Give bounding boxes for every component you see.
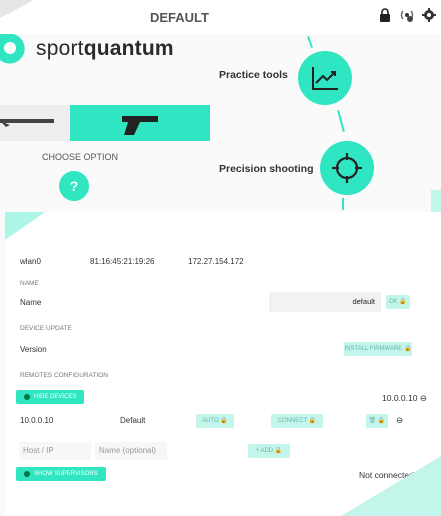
auto-button[interactable]: AUTO 🔒 bbox=[196, 414, 234, 428]
remotes-config-heading: REMOTES CONFIGURATION bbox=[20, 372, 108, 379]
top-bar: DEFAULT bbox=[0, 0, 441, 34]
connect-button[interactable]: CONNECT 🔒 bbox=[271, 414, 323, 428]
panel-decoration bbox=[5, 212, 45, 240]
hide-devices-button[interactable]: HIDE DEVICES bbox=[16, 390, 85, 404]
chart-icon bbox=[312, 67, 338, 90]
toggle-dot-icon bbox=[24, 394, 30, 400]
help-button[interactable]: ? bbox=[59, 171, 89, 201]
rifle-option[interactable] bbox=[0, 105, 76, 141]
network-interface: wlan0 bbox=[20, 257, 41, 266]
precision-shooting-button[interactable] bbox=[320, 141, 374, 195]
toggle-dot-icon bbox=[24, 471, 30, 477]
host-ip-input[interactable]: Host / IP bbox=[19, 442, 91, 460]
logo-mark-icon bbox=[0, 34, 25, 64]
logo-text-bold: quantum bbox=[83, 37, 174, 60]
pistol-icon bbox=[122, 116, 158, 135]
install-firmware-button[interactable]: INSTALL FIRMWARE 🔒 bbox=[344, 342, 412, 356]
practice-tools-button[interactable] bbox=[298, 51, 352, 105]
crosshair-icon bbox=[332, 153, 362, 183]
choose-option-label: CHOOSE OPTION bbox=[42, 152, 119, 162]
device-status-icon: ⊖ bbox=[396, 415, 404, 425]
name-input[interactable]: default bbox=[269, 292, 381, 312]
connector-line bbox=[307, 36, 313, 48]
remove-icon[interactable]: ⊖ bbox=[420, 393, 427, 403]
bottom-decoration bbox=[341, 456, 441, 516]
pistol-option[interactable] bbox=[70, 105, 210, 141]
show-supervisors-button[interactable]: SHOW SUPERVISORS bbox=[16, 467, 106, 481]
device-name: Default bbox=[120, 416, 146, 425]
version-label: Version bbox=[20, 345, 47, 354]
rifle-icon bbox=[0, 119, 54, 127]
settings-icon[interactable] bbox=[421, 7, 437, 23]
brand-logo: sportquantum bbox=[0, 34, 174, 64]
device-update-heading: DEVICE UPDATE bbox=[20, 325, 72, 332]
lock-icon[interactable] bbox=[377, 7, 393, 23]
weapon-selector bbox=[0, 105, 210, 141]
name-ok-button[interactable]: OK 🔒 bbox=[386, 295, 410, 309]
connector-line bbox=[342, 198, 344, 210]
device-name-input[interactable]: Name (optional) bbox=[95, 442, 167, 460]
add-device-button[interactable]: + ADD 🔒 bbox=[248, 444, 290, 458]
practice-tools-label[interactable]: Practice tools bbox=[219, 69, 288, 81]
name-label: Name bbox=[20, 298, 42, 307]
page-title: DEFAULT bbox=[150, 10, 209, 25]
wifi-icon[interactable] bbox=[399, 7, 415, 23]
ip-address: 172.27.154.172 bbox=[188, 257, 244, 266]
mac-address: 81:16:45:21:19:26 bbox=[90, 257, 155, 266]
connector-line bbox=[337, 110, 345, 132]
remote-address: 10.0.0.10 ⊖ bbox=[382, 393, 427, 403]
precision-shooting-label[interactable]: Precision shooting bbox=[219, 163, 314, 175]
device-ip: 10.0.0.10 bbox=[20, 416, 54, 425]
name-section-heading: NAME bbox=[20, 280, 39, 287]
top-icons bbox=[377, 7, 437, 23]
corner-decoration bbox=[0, 0, 34, 18]
delete-device-button[interactable]: 🗑 🔒 bbox=[366, 414, 388, 428]
logo-text-light: sport bbox=[36, 37, 84, 60]
